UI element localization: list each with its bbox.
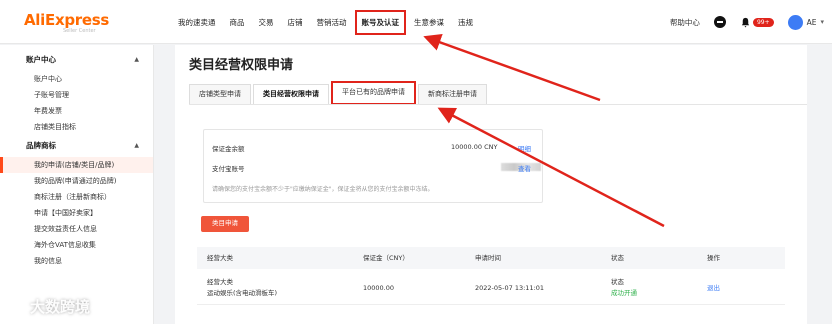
tab-store-type[interactable]: 店铺类型申请 bbox=[189, 84, 251, 104]
deposit-info-panel: 保证金余额 10000.00 CNY 明细 支付宝账号 查看 请确保您的支付宝余… bbox=[203, 129, 543, 203]
chevron-down-icon[interactable]: ▾ bbox=[820, 18, 824, 26]
table-row: 经营大类 运动娱乐(含电动滑板车) 10000.00 2022-05-07 13… bbox=[197, 269, 785, 305]
nav-business-advisor[interactable]: 生意参谋 bbox=[414, 17, 444, 28]
sidebar-group-label: 账户中心 bbox=[26, 55, 56, 64]
watermark-logo-icon bbox=[8, 301, 25, 312]
category-value: 运动娱乐(含电动滑板车) bbox=[207, 289, 278, 297]
tab-new-trademark[interactable]: 新商标注册申请 bbox=[418, 84, 487, 104]
tab-existing-brand[interactable]: 平台已有的品牌申请 bbox=[331, 81, 416, 105]
deposit-note: 请确保您的支付宝余额不少于"应缴纳保证金"，保证金将从您的支付宝余额中冻结。 bbox=[212, 186, 434, 193]
sidebar: 账户中心 ▲ 账户中心 子账号管理 年费发票 店铺类目指标 品牌商标 ▲ 我的申… bbox=[0, 45, 154, 324]
deposit-balance-value: 10000.00 CNY bbox=[451, 143, 498, 151]
alipay-view-link[interactable]: 查看 bbox=[518, 163, 531, 173]
aliexpress-logo[interactable]: AliExpress Seller Center bbox=[24, 11, 109, 34]
sidebar-item-overseas-vat[interactable]: 海外仓VAT信息收集 bbox=[0, 237, 153, 253]
status-label: 状态 bbox=[611, 278, 624, 286]
notification-badge: 99+ bbox=[752, 17, 774, 27]
bell-icon[interactable] bbox=[740, 17, 751, 28]
main-nav: 我的速卖通 商品 交易 店铺 营销活动 账号及认证 生意参谋 违规 bbox=[178, 0, 487, 44]
nav-products[interactable]: 商品 bbox=[230, 17, 245, 28]
column-header: 经营大类 bbox=[207, 254, 233, 262]
deposit-details-link[interactable]: 明细 bbox=[518, 143, 531, 153]
avatar[interactable] bbox=[787, 14, 803, 30]
sidebar-item-my-info[interactable]: 我的信息 bbox=[0, 253, 153, 269]
tab-divider bbox=[189, 104, 807, 105]
sidebar-item-my-brands[interactable]: 我的品牌(申请通过的品牌) bbox=[0, 173, 153, 189]
top-navigation-bar: AliExpress Seller Center 我的速卖通 商品 交易 店铺 … bbox=[0, 0, 832, 44]
sidebar-group-label: 品牌商标 bbox=[26, 141, 56, 150]
deposit-value: 10000.00 bbox=[363, 284, 395, 292]
sidebar-item-store-category-metrics[interactable]: 店铺类目指标 bbox=[0, 119, 153, 135]
column-header: 申请时间 bbox=[475, 254, 501, 262]
column-header: 保证金（CNY） bbox=[363, 254, 409, 262]
sidebar-item-responsible-person[interactable]: 提交效益责任人信息 bbox=[0, 221, 153, 237]
sidebar-group-brand[interactable]: 品牌商标 ▲ bbox=[0, 135, 153, 157]
tab-category-permission[interactable]: 类目经营权限申请 bbox=[253, 84, 329, 104]
watermark-text: 大数跨境 bbox=[30, 298, 91, 316]
sidebar-item-sub-accounts[interactable]: 子账号管理 bbox=[0, 87, 153, 103]
nav-store[interactable]: 店铺 bbox=[288, 17, 303, 28]
sidebar-item-annual-invoice[interactable]: 年费发票 bbox=[0, 103, 153, 119]
account-name[interactable]: AE bbox=[807, 18, 817, 27]
category-apply-button[interactable]: 类目申请 bbox=[201, 216, 249, 232]
deposit-balance-label: 保证金余额 bbox=[212, 145, 245, 153]
nav-marketing[interactable]: 营销活动 bbox=[317, 17, 347, 28]
collapse-arrow-icon[interactable]: ▲ bbox=[134, 49, 139, 71]
sidebar-item-my-applications[interactable]: 我的申请(店铺/类目/品牌) bbox=[0, 157, 153, 173]
nav-account-certification[interactable]: 账号及认证 bbox=[354, 9, 406, 35]
logo-text: AliExpress bbox=[24, 11, 109, 29]
collapse-arrow-icon[interactable]: ▲ bbox=[134, 135, 139, 157]
page-title: 类目经营权限申请 bbox=[189, 58, 294, 73]
exit-action-link[interactable]: 退出 bbox=[707, 283, 720, 294]
watermark: 大数跨境 bbox=[8, 296, 90, 317]
help-center-link[interactable]: 帮助中心 bbox=[670, 17, 700, 28]
category-label: 经营大类 bbox=[207, 278, 233, 286]
nav-trade[interactable]: 交易 bbox=[259, 17, 274, 28]
table-header: 经营大类 保证金（CNY） 申请时间 状态 操作 bbox=[197, 247, 785, 269]
column-header: 状态 bbox=[611, 254, 624, 262]
scrollbar-track[interactable] bbox=[814, 45, 832, 324]
header-tools: 帮助中心 99+ AE ▾ bbox=[670, 0, 824, 44]
sidebar-item-good-seller[interactable]: 申请【中国好卖家】 bbox=[0, 205, 153, 221]
sidebar-item-account-center[interactable]: 账户中心 bbox=[0, 71, 153, 87]
apply-time: 2022-05-07 13:11:01 bbox=[475, 284, 545, 292]
main-content: 类目经营权限申请 店铺类型申请 类目经营权限申请 平台已有的品牌申请 新商标注册… bbox=[175, 45, 807, 324]
sidebar-group-account[interactable]: 账户中心 ▲ bbox=[0, 49, 153, 71]
column-header: 操作 bbox=[707, 254, 720, 262]
logo-subtitle: Seller Center bbox=[63, 28, 96, 34]
nav-my-aliexpress[interactable]: 我的速卖通 bbox=[178, 17, 216, 28]
nav-violations[interactable]: 违规 bbox=[458, 17, 473, 28]
sidebar-item-trademark-registration[interactable]: 商标注册（注册新商标） bbox=[0, 189, 153, 205]
alipay-account-label: 支付宝账号 bbox=[212, 165, 245, 173]
chat-icon[interactable] bbox=[713, 16, 726, 28]
status-badge: 成功开通 bbox=[611, 289, 637, 297]
applications-table: 经营大类 保证金（CNY） 申请时间 状态 操作 经营大类 运动娱乐(含电动滑板… bbox=[197, 247, 785, 305]
tab-bar: 店铺类型申请 类目经营权限申请 平台已有的品牌申请 新商标注册申请 bbox=[189, 81, 489, 105]
